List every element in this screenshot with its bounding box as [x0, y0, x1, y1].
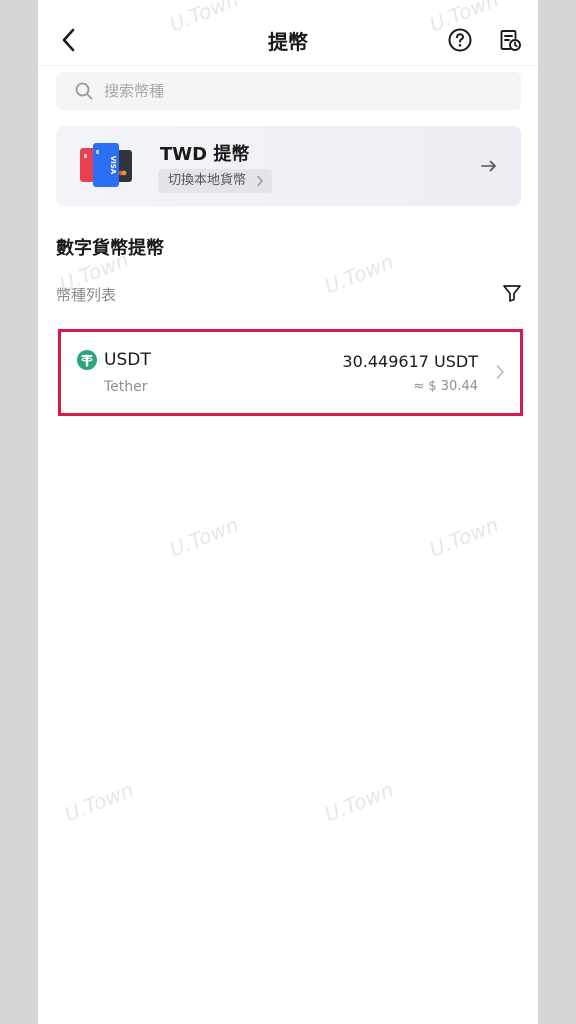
coin-fiat-value: ≈ $ 30.44	[413, 379, 478, 394]
search-icon	[75, 82, 93, 100]
arrow-right-icon	[481, 160, 496, 172]
twd-withdraw-card[interactable]: VISA TWD 提幣 切換本地貨幣	[56, 126, 521, 206]
coin-balance: 30.449617 USDT	[342, 352, 478, 371]
svg-text:VISA: VISA	[109, 156, 117, 175]
switch-currency-button[interactable]: 切換本地貨幣	[158, 169, 273, 193]
crypto-withdraw-heading: 數字貨幣提幣	[56, 238, 164, 259]
coin-row-usdt[interactable]: USDT Tether 30.449617 USDT ≈ $ 30.44	[58, 329, 523, 416]
top-bar: 提幣	[38, 0, 538, 66]
help-button[interactable]	[448, 28, 472, 52]
filter-button[interactable]	[502, 283, 522, 303]
chevron-right-icon	[496, 365, 504, 379]
search-bar[interactable]	[56, 72, 521, 110]
watermark: U.Town	[61, 777, 137, 827]
filter-icon	[503, 285, 521, 302]
watermark: U.Town	[426, 512, 502, 562]
tether-icon	[81, 354, 93, 367]
coin-name: Tether	[104, 379, 148, 395]
watermark: U.Town	[321, 249, 397, 299]
document-clock-icon	[500, 30, 521, 51]
history-button[interactable]	[498, 28, 522, 52]
app-screen: U.Town U.Town U.Town U.Town U.Town U.Tow…	[38, 0, 538, 1024]
search-input[interactable]	[104, 72, 504, 110]
coin-symbol: USDT	[104, 350, 151, 370]
fiat-withdraw-title: TWD 提幣	[160, 144, 250, 165]
chevron-right-icon	[257, 175, 263, 187]
switch-currency-label: 切換本地貨幣	[168, 173, 247, 188]
payment-cards-icon: VISA	[80, 143, 132, 187]
watermark: U.Town	[166, 512, 242, 562]
question-circle-icon	[448, 28, 472, 52]
coin-list-label: 幣種列表	[56, 286, 117, 304]
watermark: U.Town	[321, 777, 397, 827]
usdt-logo-icon	[77, 350, 97, 370]
